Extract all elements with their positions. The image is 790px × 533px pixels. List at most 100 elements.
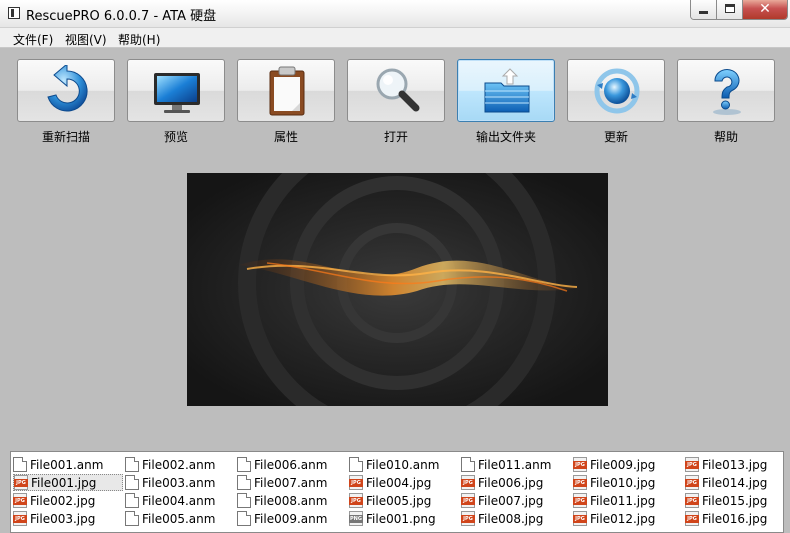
jpg-file-icon bbox=[349, 493, 363, 508]
document-file-icon bbox=[125, 457, 139, 472]
document-file-icon bbox=[237, 511, 251, 526]
file-item[interactable]: File001.png bbox=[349, 510, 436, 527]
maximize-button[interactable] bbox=[717, 0, 743, 19]
window-title: RescuePRO 6.0.0.7 - ATA 硬盘 bbox=[26, 9, 217, 24]
help-button[interactable] bbox=[677, 59, 775, 122]
toolbar: 重新扫描 预览 属性 打开 输出文件夹 更新 帮助 bbox=[0, 48, 790, 148]
file-item[interactable]: File014.jpg bbox=[685, 474, 767, 491]
menu-help[interactable]: 帮助(H) bbox=[118, 31, 160, 48]
file-item[interactable]: File010.jpg bbox=[573, 474, 655, 491]
jpg-file-icon bbox=[573, 511, 587, 526]
folder-icon bbox=[484, 68, 530, 113]
file-name: File013.jpg bbox=[702, 457, 768, 472]
file-item[interactable]: File007.jpg bbox=[461, 492, 543, 509]
file-item[interactable]: File013.jpg bbox=[685, 456, 767, 473]
help-icon bbox=[713, 68, 741, 115]
file-name: File001.jpg bbox=[31, 475, 97, 490]
file-item[interactable]: File005.jpg bbox=[349, 492, 431, 509]
file-item[interactable]: File012.jpg bbox=[573, 510, 655, 527]
file-name: File007.anm bbox=[254, 475, 328, 490]
file-name: File009.anm bbox=[254, 511, 328, 526]
file-item[interactable]: File007.anm bbox=[237, 474, 327, 491]
rescan-button[interactable] bbox=[17, 59, 115, 122]
file-item[interactable]: File006.anm bbox=[237, 456, 327, 473]
output-folder-button[interactable] bbox=[457, 59, 555, 122]
file-item[interactable]: File011.jpg bbox=[573, 492, 655, 509]
update-label: 更新 bbox=[603, 130, 628, 144]
jpg-file-icon bbox=[685, 511, 699, 526]
file-name: File009.jpg bbox=[590, 457, 656, 472]
rescan-label: 重新扫描 bbox=[41, 130, 90, 144]
file-name: File015.jpg bbox=[702, 493, 768, 508]
properties-button[interactable] bbox=[237, 59, 335, 122]
magnifier-icon bbox=[376, 68, 420, 112]
document-file-icon bbox=[461, 457, 475, 472]
file-item[interactable]: File001.jpg bbox=[13, 474, 123, 491]
output-folder-label: 输出文件夹 bbox=[475, 130, 536, 144]
file-name: File014.jpg bbox=[702, 475, 768, 490]
file-item[interactable]: File008.anm bbox=[237, 492, 327, 509]
jpg-file-icon bbox=[13, 493, 27, 508]
minimize-button[interactable] bbox=[691, 0, 717, 19]
preview-image bbox=[187, 124, 608, 442]
file-item[interactable]: File008.jpg bbox=[461, 510, 543, 527]
document-file-icon bbox=[125, 475, 139, 490]
file-item[interactable]: File002.jpg bbox=[13, 492, 95, 509]
preview-button[interactable] bbox=[127, 59, 225, 122]
monitor-icon bbox=[154, 73, 200, 113]
file-name: File010.anm bbox=[366, 457, 440, 472]
file-name: File001.png bbox=[366, 511, 436, 526]
clipboard-icon bbox=[269, 66, 305, 116]
window-controls: ✕ bbox=[690, 0, 788, 20]
file-item[interactable]: File010.anm bbox=[349, 456, 439, 473]
file-name: File007.jpg bbox=[478, 493, 544, 508]
jpg-file-icon bbox=[573, 493, 587, 508]
file-name: File016.jpg bbox=[702, 511, 768, 526]
file-item[interactable]: File004.jpg bbox=[349, 474, 431, 491]
file-item[interactable]: File016.jpg bbox=[685, 510, 767, 527]
file-name: File011.jpg bbox=[590, 493, 656, 508]
file-name: File008.jpg bbox=[478, 511, 544, 526]
file-item[interactable]: File006.jpg bbox=[461, 474, 543, 491]
minimize-icon bbox=[699, 11, 708, 14]
file-item[interactable]: File005.anm bbox=[125, 510, 215, 527]
png-file-icon bbox=[349, 511, 363, 526]
open-label: 打开 bbox=[383, 130, 408, 144]
jpg-file-icon bbox=[349, 475, 363, 490]
file-list[interactable]: File001.anm File001.jpg File002.jpg File003… bbox=[10, 451, 784, 533]
file-item[interactable]: File003.anm bbox=[125, 474, 215, 491]
jpg-file-icon bbox=[461, 493, 475, 508]
properties-label: 属性 bbox=[273, 130, 298, 144]
file-item[interactable]: File001.anm bbox=[13, 456, 103, 473]
document-file-icon bbox=[349, 457, 363, 472]
update-globe-icon bbox=[594, 68, 640, 114]
menu-view[interactable]: 视图(V) bbox=[65, 31, 107, 48]
file-name: File002.jpg bbox=[30, 493, 96, 508]
document-file-icon bbox=[237, 493, 251, 508]
file-item[interactable]: File002.anm bbox=[125, 456, 215, 473]
close-button[interactable]: ✕ bbox=[743, 0, 787, 19]
maximize-icon bbox=[725, 4, 735, 13]
document-file-icon bbox=[125, 511, 139, 526]
help-label: 帮助 bbox=[713, 130, 738, 144]
jpg-file-icon bbox=[573, 475, 587, 490]
file-item[interactable]: File004.anm bbox=[125, 492, 215, 509]
jpg-file-icon bbox=[461, 475, 475, 490]
file-item[interactable]: File015.jpg bbox=[685, 492, 767, 509]
update-button[interactable] bbox=[567, 59, 665, 122]
file-item[interactable]: File003.jpg bbox=[13, 510, 95, 527]
file-item[interactable]: File011.anm bbox=[461, 456, 551, 473]
jpg-file-icon bbox=[461, 511, 475, 526]
jpg-file-icon bbox=[573, 457, 587, 472]
preview-label: 预览 bbox=[163, 130, 188, 144]
file-name: File005.jpg bbox=[366, 493, 432, 508]
file-name: File010.jpg bbox=[590, 475, 656, 490]
file-item[interactable]: File009.anm bbox=[237, 510, 327, 527]
file-name: File006.jpg bbox=[478, 475, 544, 490]
open-button[interactable] bbox=[347, 59, 445, 122]
file-item[interactable]: File009.jpg bbox=[573, 456, 655, 473]
title-bar: RescuePRO 6.0.0.7 - ATA 硬盘 ✕ bbox=[0, 0, 790, 28]
app-icon[interactable] bbox=[8, 7, 20, 19]
menu-file[interactable]: 文件(F) bbox=[13, 31, 53, 48]
file-name: File008.anm bbox=[254, 493, 328, 508]
